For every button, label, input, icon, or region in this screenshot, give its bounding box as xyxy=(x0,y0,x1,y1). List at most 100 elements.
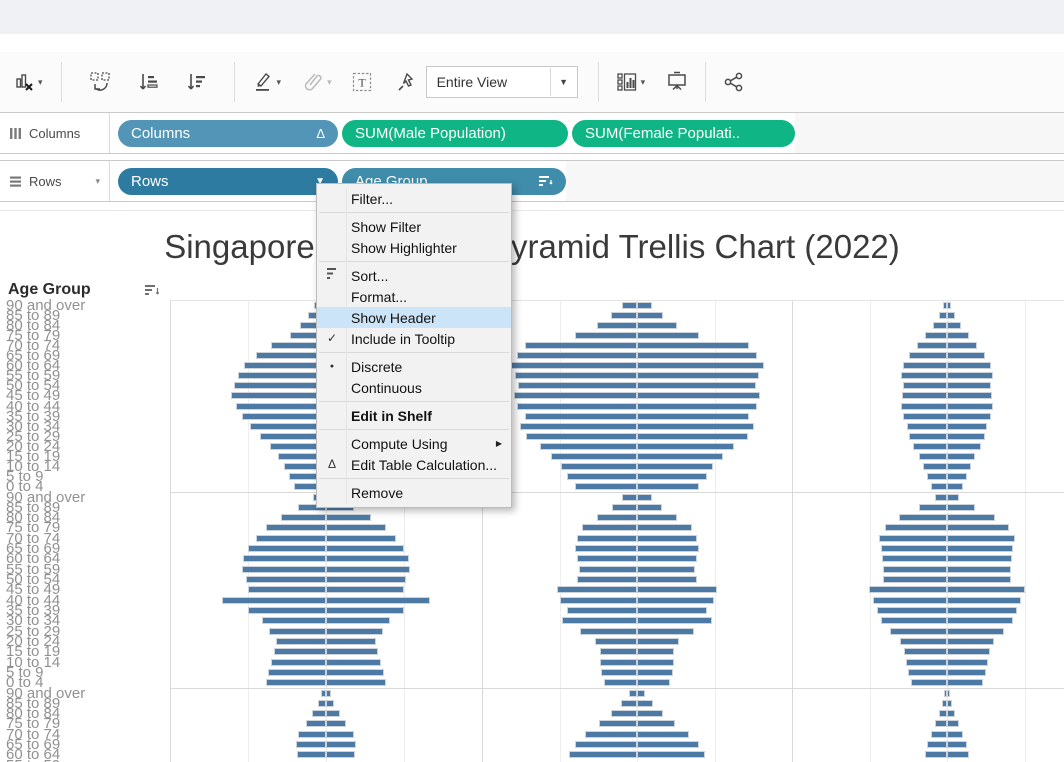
bar-male[interactable] xyxy=(525,413,637,420)
bar-male[interactable] xyxy=(268,669,326,676)
bar-female[interactable] xyxy=(326,628,383,635)
bar-male[interactable] xyxy=(903,382,947,389)
bar-female[interactable] xyxy=(326,700,334,707)
bar-female[interactable] xyxy=(947,545,1013,552)
bar-female[interactable] xyxy=(947,586,1025,593)
bar-male[interactable] xyxy=(312,710,326,717)
bar-female[interactable] xyxy=(637,352,757,359)
bar-female[interactable] xyxy=(326,597,430,604)
bar-female[interactable] xyxy=(326,751,355,758)
bar-male[interactable] xyxy=(266,679,326,686)
bar-female[interactable] xyxy=(637,504,662,511)
age-group-axis-header[interactable]: Age Group xyxy=(8,281,160,299)
bar-male[interactable] xyxy=(599,720,637,727)
bar-female[interactable] xyxy=(947,576,1011,583)
bar-male[interactable] xyxy=(256,535,326,542)
bar-male[interactable] xyxy=(883,566,947,573)
bar-male[interactable] xyxy=(903,413,947,420)
bar-female[interactable] xyxy=(637,566,695,573)
bar-male[interactable] xyxy=(927,473,947,480)
bar-male[interactable] xyxy=(939,710,947,717)
menu-item-sort[interactable]: Sort... xyxy=(317,265,511,286)
bar-female[interactable] xyxy=(947,648,990,655)
bar-female[interactable] xyxy=(947,312,955,319)
menu-item-remove[interactable]: Remove xyxy=(317,482,511,503)
bar-female[interactable] xyxy=(637,443,734,450)
bar-male[interactable] xyxy=(925,332,947,339)
bar-male[interactable] xyxy=(242,413,326,420)
bar-male[interactable] xyxy=(901,372,947,379)
bar-male[interactable] xyxy=(877,607,947,614)
bar-male[interactable] xyxy=(525,342,637,349)
bar-female[interactable] xyxy=(947,628,1004,635)
bar-male[interactable] xyxy=(575,545,637,552)
bar-male[interactable] xyxy=(266,524,326,531)
bar-female[interactable] xyxy=(637,751,705,758)
bar-male[interactable] xyxy=(262,617,326,624)
bar-male[interactable] xyxy=(518,382,637,389)
bar-male[interactable] xyxy=(560,597,637,604)
bar-female[interactable] xyxy=(637,535,697,542)
bar-male[interactable] xyxy=(906,659,947,666)
bar-male[interactable] xyxy=(234,382,326,389)
bar-male[interactable] xyxy=(515,372,637,379)
bar-male[interactable] xyxy=(306,720,326,727)
bar-female[interactable] xyxy=(947,514,995,521)
bar-female[interactable] xyxy=(947,690,950,697)
bar-female[interactable] xyxy=(947,566,1011,573)
bar-female[interactable] xyxy=(637,617,712,624)
bar-male[interactable] xyxy=(561,463,637,470)
bar-female[interactable] xyxy=(326,690,331,697)
bar-female[interactable] xyxy=(947,741,967,748)
bar-male[interactable] xyxy=(882,555,947,562)
bar-female[interactable] xyxy=(637,423,754,430)
bar-male[interactable] xyxy=(913,443,947,450)
bar-male[interactable] xyxy=(881,617,947,624)
bar-male[interactable] xyxy=(597,322,637,329)
bar-male[interactable] xyxy=(526,433,637,440)
bar-female[interactable] xyxy=(326,576,406,583)
bar-female[interactable] xyxy=(637,597,714,604)
bar-male[interactable] xyxy=(902,392,947,399)
bar-male[interactable] xyxy=(600,648,637,655)
bar-male[interactable] xyxy=(562,617,637,624)
bar-female[interactable] xyxy=(326,555,409,562)
bar-male[interactable] xyxy=(629,690,637,697)
bar-male[interactable] xyxy=(296,741,326,748)
bar-female[interactable] xyxy=(637,659,674,666)
bar-male[interactable] xyxy=(575,483,637,490)
bar-female[interactable] xyxy=(947,535,1015,542)
bar-male[interactable] xyxy=(600,659,637,666)
bar-male[interactable] xyxy=(246,576,326,583)
menu-item-include-in-tooltip[interactable]: ✓Include in Tooltip xyxy=(317,328,511,349)
bar-male[interactable] xyxy=(885,524,947,531)
bar-female[interactable] xyxy=(326,741,356,748)
bar-female[interactable] xyxy=(326,545,404,552)
bar-female[interactable] xyxy=(637,638,679,645)
bar-female[interactable] xyxy=(947,392,992,399)
bar-male[interactable] xyxy=(242,566,326,573)
bar-female[interactable] xyxy=(947,433,985,440)
bar-male[interactable] xyxy=(931,731,947,738)
bar-female[interactable] xyxy=(947,597,1021,604)
bar-male[interactable] xyxy=(274,648,326,655)
bar-male[interactable] xyxy=(622,302,637,309)
bar-male[interactable] xyxy=(297,751,326,758)
bar-female[interactable] xyxy=(947,751,969,758)
menu-item-continuous[interactable]: Continuous xyxy=(317,377,511,398)
bar-female[interactable] xyxy=(637,494,652,501)
bar-male[interactable] xyxy=(935,494,947,501)
bar-male[interactable] xyxy=(231,392,326,399)
bar-female[interactable] xyxy=(947,453,975,460)
bar-female[interactable] xyxy=(947,494,959,501)
bar-male[interactable] xyxy=(236,403,326,410)
bar-female[interactable] xyxy=(947,720,959,727)
bar-male[interactable] xyxy=(318,700,326,707)
bar-female[interactable] xyxy=(637,382,756,389)
bar-male[interactable] xyxy=(908,669,947,676)
bar-female[interactable] xyxy=(637,312,663,319)
bar-female[interactable] xyxy=(947,524,1009,531)
bar-male[interactable] xyxy=(298,731,326,738)
bar-male[interactable] xyxy=(611,710,637,717)
bar-female[interactable] xyxy=(947,504,975,511)
